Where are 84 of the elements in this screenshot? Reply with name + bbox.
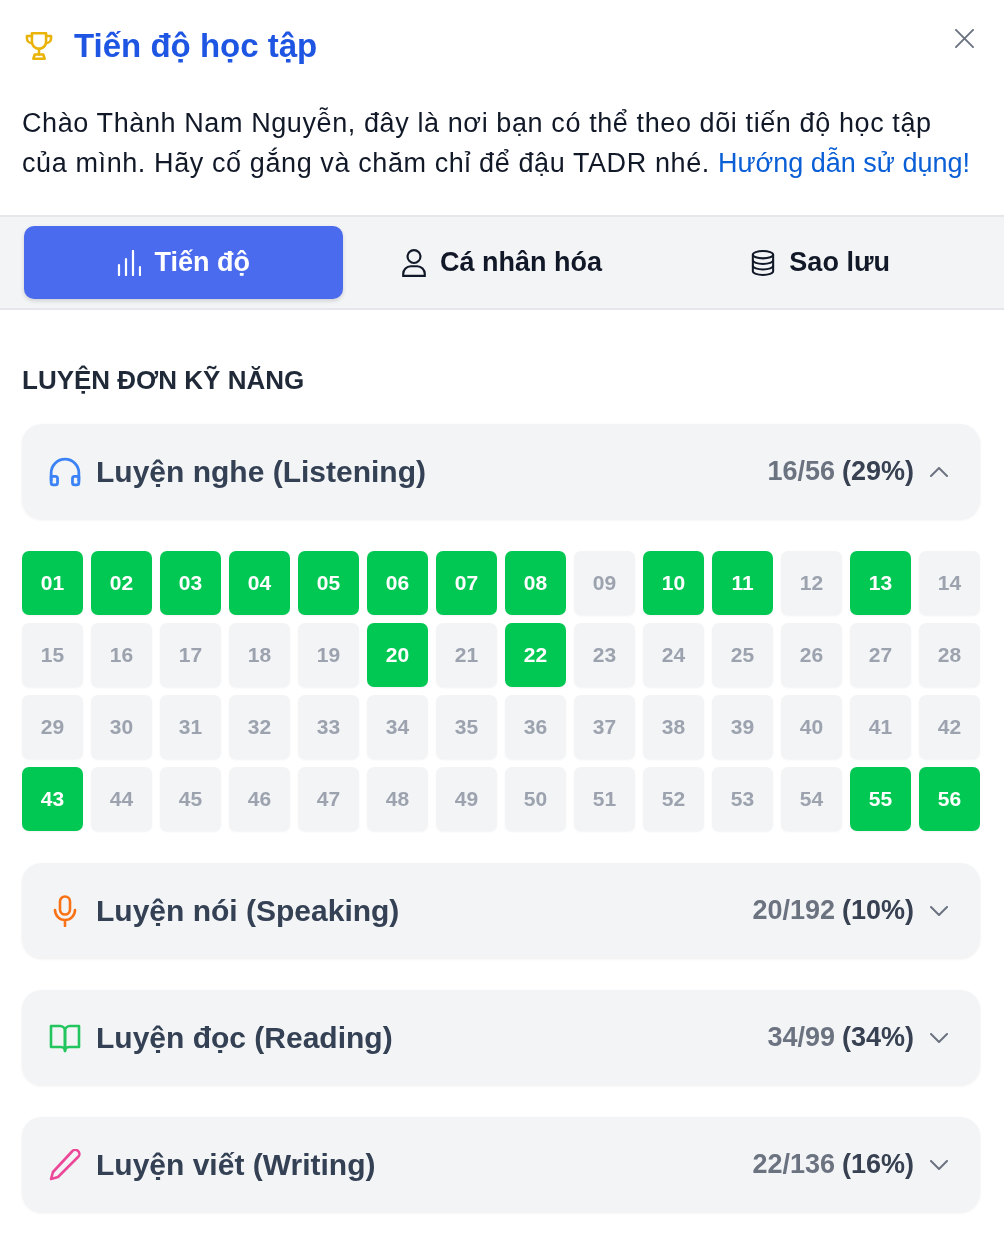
lesson-tile[interactable]: 44 (91, 767, 152, 831)
lesson-tile[interactable]: 48 (367, 767, 428, 831)
lesson-tile[interactable]: 53 (712, 767, 773, 831)
progress-count: 20/192 (752, 895, 835, 926)
skill-title: Luyện nghe (Listening) (96, 454, 426, 489)
lesson-tile[interactable]: 50 (505, 767, 566, 831)
lesson-tile[interactable]: 05 (298, 551, 359, 615)
lesson-tile[interactable]: 03 (160, 551, 221, 615)
database-icon (751, 248, 776, 277)
lesson-tile[interactable]: 17 (160, 623, 221, 687)
section-heading: LUYỆN ĐƠN KỸ NĂNG (22, 364, 306, 396)
lesson-tile[interactable]: 07 (436, 551, 497, 615)
lesson-tile[interactable]: 09 (574, 551, 635, 615)
lesson-tile[interactable]: 21 (436, 623, 497, 687)
progress-percent: (29%) (841, 456, 914, 487)
user-icon (402, 248, 426, 277)
lesson-tile[interactable]: 42 (919, 695, 980, 759)
skill-header[interactable]: Luyện viết (Writing) 22/136 (16%) (22, 1117, 980, 1212)
lesson-tile[interactable]: 25 (712, 623, 773, 687)
skill-header[interactable]: Luyện đọc (Reading) 34/99 (34%) (22, 990, 980, 1085)
lesson-tile[interactable]: 26 (781, 623, 842, 687)
lesson-tile[interactable]: 55 (850, 767, 911, 831)
lesson-tile[interactable]: 15 (22, 623, 83, 687)
lesson-tile[interactable]: 41 (850, 695, 911, 759)
lesson-tile[interactable]: 13 (850, 551, 911, 615)
lesson-tile[interactable]: 06 (367, 551, 428, 615)
lesson-tile[interactable]: 32 (229, 695, 290, 759)
lesson-tile[interactable]: 34 (367, 695, 428, 759)
lesson-tile[interactable]: 35 (436, 695, 497, 759)
lesson-tile[interactable]: 01 (22, 551, 83, 615)
lesson-tile[interactable]: 27 (850, 623, 911, 687)
progress-percent: (16%) (841, 1149, 914, 1180)
lesson-tile[interactable]: 02 (91, 551, 152, 615)
tab[interactable]: Sao lưu (661, 226, 980, 299)
lesson-tile[interactable]: 45 (160, 767, 221, 831)
close-icon (955, 29, 974, 48)
lesson-tile[interactable]: 18 (229, 623, 290, 687)
lesson-tile[interactable]: 49 (436, 767, 497, 831)
progress-count: 16/56 (767, 456, 835, 487)
lesson-tile[interactable]: 04 (229, 551, 290, 615)
lesson-tile[interactable]: 46 (229, 767, 290, 831)
lesson-tile[interactable]: 10 (643, 551, 704, 615)
lesson-tile[interactable]: 56 (919, 767, 980, 831)
bar-chart-icon (116, 249, 141, 276)
lesson-tile[interactable]: 51 (574, 767, 635, 831)
lesson-tile[interactable]: 16 (91, 623, 152, 687)
lesson-tile[interactable]: 08 (505, 551, 566, 615)
lesson-tile[interactable]: 28 (919, 623, 980, 687)
skill-title: Luyện nói (Speaking) (96, 893, 400, 928)
lesson-tile[interactable]: 23 (574, 623, 635, 687)
intro-text: Chào Thành Nam Nguyễn, đây là nơi bạn có thể theo dõi tiến độ học tập của mình. Hãy cố gắng và chăm chỉ để đậu TADR nhé. Hướng dẫn sử dụng! (21, 106, 971, 180)
lesson-tile[interactable]: 52 (643, 767, 704, 831)
close-button[interactable] (955, 29, 974, 48)
lesson-tile[interactable]: 31 (160, 695, 221, 759)
tab[interactable]: Cá nhân hóa (342, 226, 662, 299)
skill-header[interactable]: Luyện nói (Speaking) 20/192 (10%) (22, 863, 980, 958)
lesson-tile[interactable]: 20 (367, 623, 428, 687)
lesson-tile[interactable]: 11 (712, 551, 773, 615)
progress-count: 22/136 (752, 1149, 835, 1180)
lesson-tile[interactable]: 30 (91, 695, 152, 759)
lesson-tile[interactable]: 37 (574, 695, 635, 759)
tab[interactable]: Tiến độ (24, 226, 343, 299)
lesson-tile[interactable]: 22 (505, 623, 566, 687)
lesson-tile[interactable]: 43 (22, 767, 83, 831)
progress-percent: (10%) (841, 895, 914, 926)
lesson-tile[interactable]: 54 (781, 767, 842, 831)
lesson-tile[interactable]: 24 (643, 623, 704, 687)
lesson-tile[interactable]: 40 (781, 695, 842, 759)
lesson-tile[interactable]: 33 (298, 695, 359, 759)
lesson-tile[interactable]: 19 (298, 623, 359, 687)
skill-header[interactable]: Luyện nghe (Listening) 16/56 (29%) (22, 424, 980, 519)
progress-percent: (34%) (841, 1022, 914, 1053)
lesson-tile[interactable]: 47 (298, 767, 359, 831)
panel-title: Tiến độ học tập (74, 26, 318, 66)
lesson-tile[interactable]: 14 (919, 551, 980, 615)
lesson-tile[interactable]: 12 (781, 551, 842, 615)
guide-link[interactable]: Hướng dẫn sử dụng! (717, 148, 970, 178)
skill-title: Luyện đọc (Reading) (96, 1020, 393, 1055)
progress-count: 34/99 (767, 1022, 835, 1053)
skill-title: Luyện viết (Writing) (96, 1147, 376, 1182)
lesson-tile[interactable]: 29 (22, 695, 83, 759)
lesson-tile[interactable]: 36 (505, 695, 566, 759)
lesson-tile[interactable]: 39 (712, 695, 773, 759)
lesson-tile[interactable]: 38 (643, 695, 704, 759)
